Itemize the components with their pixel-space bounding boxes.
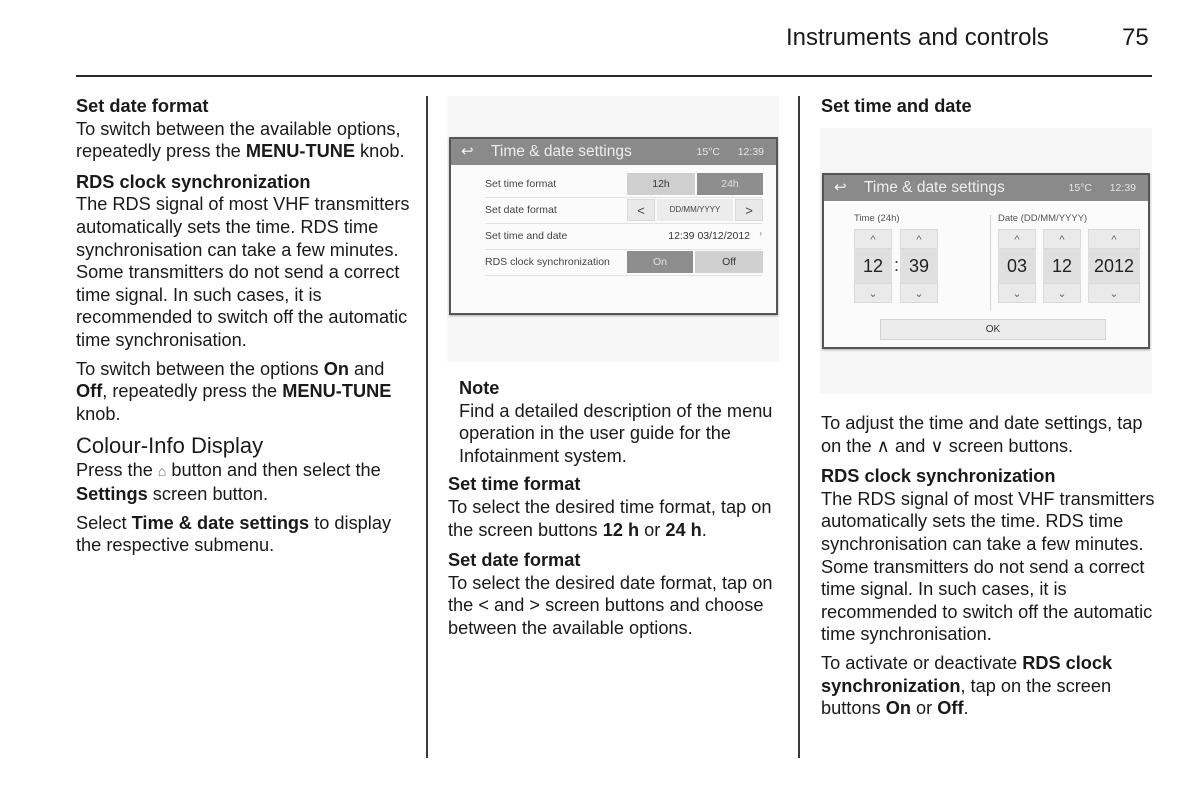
- row-set-date-format: Set date format < DD/MM/YYYY >: [485, 197, 763, 224]
- paragraph-adjust: To adjust the time and date settings, ta…: [821, 413, 1143, 456]
- column-divider-2: [798, 96, 800, 758]
- year-down-button[interactable]: ⌄: [1088, 283, 1140, 303]
- day-value: 03: [998, 249, 1036, 283]
- column-1: Set date format To switch between the av…: [76, 95, 416, 557]
- minute-spinner: ^ 39 ⌄: [900, 229, 938, 303]
- heading-set-date-format: Set date format: [76, 96, 209, 116]
- hour-up-button[interactable]: ^: [854, 229, 892, 249]
- page-number: 75: [1122, 24, 1149, 51]
- heading-rds-clock-2: RDS clock synchronization: [821, 466, 1056, 487]
- date-format-next-button[interactable]: >: [735, 199, 763, 221]
- chevron-right-icon: ›: [759, 229, 762, 238]
- temperature-readout: 15°C: [696, 146, 720, 158]
- heading-set-time-format: Set time format: [448, 474, 581, 495]
- clock-readout: 12:39: [737, 146, 764, 158]
- back-icon-2[interactable]: ↩: [834, 178, 847, 196]
- screen-title-bar-2: ↩ Time & date settings 15°C 12:39: [824, 175, 1148, 201]
- time-date-settings-screen: ↩ Time & date settings 15°C 12:39 Set ti…: [449, 137, 778, 315]
- clock-readout-2: 12:39: [1109, 182, 1136, 194]
- rds-off-button[interactable]: Off: [695, 251, 763, 273]
- section-title: Instruments and controls: [786, 24, 1049, 51]
- column-3: Set time and date: [821, 95, 1161, 118]
- time-date-adjust-screen: ↩ Time & date settings 15°C 12:39 Time (…: [822, 173, 1150, 349]
- chevron-down-icon: ∨: [930, 435, 944, 456]
- paragraph-rds-clock: The RDS signal of most VHF transmitters …: [76, 194, 410, 350]
- paragraph-press-home: Press the ⌂ button and then select the S…: [76, 460, 381, 504]
- heading-note: Note: [459, 378, 500, 398]
- time-date-separator: [990, 215, 991, 311]
- year-spinner: ^ 2012 ⌄: [1088, 229, 1140, 303]
- paragraph-activate-rds: To activate or deactivate RDS clock sync…: [821, 652, 1113, 719]
- screen-title-bar: ↩ Time & date settings 15°C 12:39: [451, 139, 776, 165]
- month-value: 12: [1043, 249, 1081, 283]
- month-down-button[interactable]: ⌄: [1043, 283, 1081, 303]
- date-format-prev-button[interactable]: <: [627, 199, 655, 221]
- heading-set-date-format-2: Set date format: [448, 550, 581, 571]
- hour-down-button[interactable]: ⌄: [854, 283, 892, 303]
- heading-set-time-and-date: Set time and date: [821, 96, 972, 116]
- paragraph-switch-options: To switch between the options On and Off…: [76, 358, 392, 424]
- ok-button[interactable]: OK: [880, 319, 1106, 340]
- back-icon[interactable]: ↩: [461, 142, 474, 160]
- column-2: Note Find a detailed description of the …: [448, 377, 788, 640]
- rds-on-button[interactable]: On: [627, 251, 693, 273]
- hour-value: 12: [854, 249, 892, 283]
- hour-spinner: ^ 12 ⌄: [854, 229, 892, 303]
- row-rds-clock-sync: RDS clock synchronization On Off: [485, 249, 763, 276]
- row-set-time-format: Set time format 12h 24h: [485, 171, 763, 198]
- heading-rds-clock: RDS clock synchronization: [76, 171, 311, 192]
- paragraph-set-time-format: To select the desired time format, tap o…: [448, 496, 772, 540]
- month-spinner: ^ 12 ⌄: [1043, 229, 1081, 303]
- row-set-time-and-date[interactable]: Set time and date 12:39 03/12/2012 ›: [485, 223, 762, 250]
- time-colon: :: [894, 255, 900, 275]
- minute-value: 39: [900, 249, 938, 283]
- paragraph-note: Find a detailed description of the menu …: [459, 400, 773, 466]
- option-12h-button[interactable]: 12h: [627, 173, 695, 195]
- year-up-button[interactable]: ^: [1088, 229, 1140, 249]
- day-down-button[interactable]: ⌄: [998, 283, 1036, 303]
- column-divider-1: [426, 96, 428, 758]
- date-label: Date (DD/MM/YYYY): [998, 213, 1088, 224]
- screen-title-2: Time & date settings: [864, 179, 1005, 196]
- temperature-readout-2: 15°C: [1068, 182, 1092, 194]
- page-header: Instruments and controls 75: [0, 0, 1200, 80]
- heading-colour-info-display: Colour-Info Display: [76, 433, 264, 459]
- date-format-value: DD/MM/YYYY: [657, 199, 733, 221]
- paragraph-rds-clock-2: The RDS signal of most VHF transmitters …: [821, 488, 1155, 645]
- paragraph-select-time-date: Select Time & date settings to display t…: [76, 512, 392, 556]
- minute-up-button[interactable]: ^: [900, 229, 938, 249]
- option-24h-button[interactable]: 24h: [697, 173, 763, 195]
- paragraph-set-date-format: To switch between the available options,…: [76, 118, 405, 162]
- chevron-up-icon: ∧: [876, 435, 890, 456]
- current-time-date: 12:39 03/12/2012: [668, 230, 750, 242]
- minute-down-button[interactable]: ⌄: [900, 283, 938, 303]
- time-label: Time (24h): [854, 213, 900, 224]
- note-block: Note Find a detailed description of the …: [448, 377, 788, 467]
- paragraph-set-date-format-2: To select the desired date format, tap o…: [448, 572, 773, 638]
- header-rule: [76, 75, 1152, 77]
- day-spinner: ^ 03 ⌄: [998, 229, 1036, 303]
- column-3-body: To adjust the time and date settings, ta…: [821, 412, 1161, 720]
- month-up-button[interactable]: ^: [1043, 229, 1081, 249]
- day-up-button[interactable]: ^: [998, 229, 1036, 249]
- year-value: 2012: [1088, 249, 1140, 283]
- screen-title: Time & date settings: [491, 143, 632, 160]
